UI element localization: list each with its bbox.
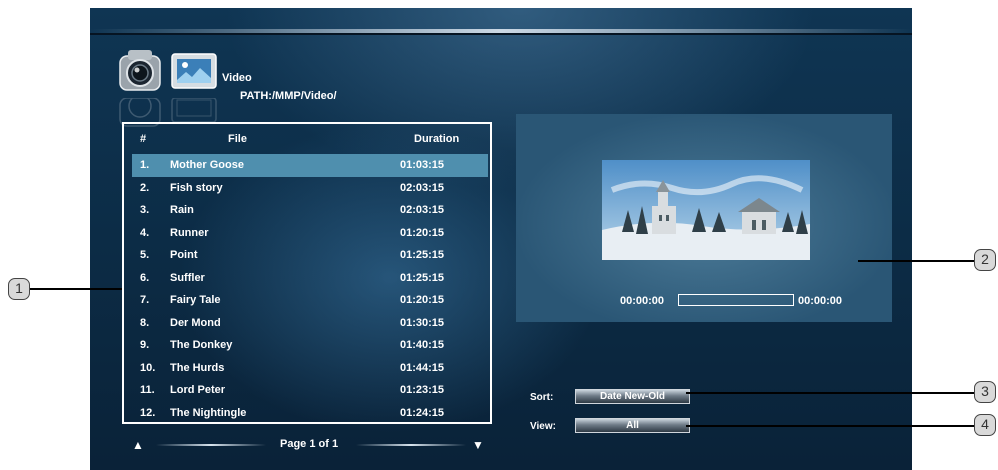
page-down-icon[interactable]: ▼ — [472, 438, 484, 452]
item-file-name: Rain — [170, 204, 194, 216]
item-duration: 01:20:15 — [400, 226, 445, 239]
view-label: View: — [530, 421, 556, 432]
callout-3: 3 — [974, 381, 996, 403]
list-rows: 1. Mother Goose 01:03:15 2. Fish story 0… — [132, 154, 488, 424]
column-header-duration: Duration — [414, 133, 460, 145]
column-header-number: # — [140, 133, 147, 145]
item-duration: 02:03:15 — [400, 181, 445, 194]
pager-divider-right — [356, 444, 466, 446]
video-thumbnail — [602, 160, 810, 260]
item-number: 3. — [140, 204, 150, 216]
item-duration: 02:03:15 — [400, 204, 445, 216]
item-number: 2. — [140, 181, 150, 194]
callout-leader-2 — [858, 260, 974, 262]
pager-divider-left — [156, 444, 266, 446]
list-item[interactable]: 8. Der Mond 01:30:15 — [132, 312, 488, 335]
item-duration: 01:44:15 — [400, 361, 445, 374]
item-number: 4. — [140, 226, 150, 239]
item-number: 10. — [140, 361, 156, 374]
callout-2: 2 — [974, 249, 996, 271]
playback-progress-bar[interactable] — [678, 294, 794, 306]
item-duration: 01:30:15 — [400, 316, 445, 329]
item-duration: 01:25:15 — [400, 271, 445, 284]
item-file-name: Der Mond — [170, 316, 221, 329]
item-duration: 01:25:15 — [400, 249, 445, 261]
callout-leader-1 — [30, 288, 122, 290]
view-button[interactable]: All — [575, 418, 690, 433]
page-indicator: Page 1 of 1 — [280, 438, 339, 450]
top-divider-shadow — [90, 33, 912, 35]
list-item[interactable]: 9. The Donkey 01:40:15 — [132, 334, 488, 357]
item-file-name: Fairy Tale — [170, 294, 221, 306]
list-item[interactable]: 7. Fairy Tale 01:20:15 — [132, 289, 488, 312]
callout-4: 4 — [974, 414, 996, 436]
column-header-file: File — [228, 133, 247, 145]
item-duration: 01:23:15 — [400, 384, 445, 396]
sort-button[interactable]: Date New-Old — [575, 389, 690, 404]
callout-1: 1 — [8, 278, 30, 300]
item-number: 1. — [140, 159, 150, 171]
item-number: 6. — [140, 271, 150, 284]
list-item[interactable]: 10. The Hurds 01:44:15 — [132, 357, 488, 380]
list-item[interactable]: 12. The Nightingle 01:24:15 — [132, 402, 488, 425]
item-file-name: Suffler — [170, 271, 205, 284]
item-number: 9. — [140, 339, 150, 351]
list-header: # File Duration — [124, 124, 490, 146]
item-file-name: Mother Goose — [170, 159, 244, 171]
list-item[interactable]: 11. Lord Peter 01:23:15 — [132, 379, 488, 402]
callout-leader-4 — [686, 425, 974, 427]
item-number: 8. — [140, 316, 150, 329]
video-preview: 00:00:00 00:00:00 — [516, 114, 892, 322]
item-file-name: The Nightingle — [170, 406, 247, 419]
item-duration: 01:20:15 — [400, 294, 445, 306]
current-path: PATH:/MMP/Video/ — [240, 90, 337, 102]
item-file-name: Fish story — [170, 181, 223, 194]
file-list: # File Duration 1. Mother Goose 01:03:15… — [122, 122, 492, 424]
list-item[interactable]: 2. Fish story 02:03:15 — [132, 177, 488, 200]
item-file-name: Runner — [170, 226, 209, 239]
list-item[interactable]: 6. Suffler 01:25:15 — [132, 267, 488, 290]
item-file-name: The Hurds — [170, 361, 225, 374]
video-screen-icon — [171, 53, 217, 89]
list-item[interactable]: 1. Mother Goose 01:03:15 — [132, 154, 488, 177]
section-title: Video — [222, 72, 252, 84]
page-up-icon[interactable]: ▲ — [132, 438, 144, 452]
total-time: 00:00:00 — [798, 295, 843, 307]
elapsed-time: 00:00:00 — [620, 295, 665, 307]
item-file-name: Lord Peter — [170, 384, 226, 396]
pager: ▲ Page 1 of 1 ▼ — [122, 436, 492, 454]
item-duration: 01:40:15 — [400, 339, 445, 351]
item-number: 5. — [140, 249, 150, 261]
camcorder-icon — [119, 50, 161, 91]
sort-label: Sort: — [530, 392, 554, 403]
callout-leader-3 — [686, 392, 974, 394]
item-duration: 01:24:15 — [400, 406, 445, 419]
list-item[interactable]: 5. Point 01:25:15 — [132, 244, 488, 267]
item-number: 12. — [140, 406, 156, 419]
item-file-name: The Donkey — [170, 339, 233, 351]
item-duration: 01:03:15 — [400, 159, 445, 171]
item-number: 11. — [140, 384, 155, 396]
list-item[interactable]: 3. Rain 02:03:15 — [132, 199, 488, 222]
video-screen-icon-reflection — [171, 98, 217, 123]
item-file-name: Point — [170, 249, 198, 261]
list-item[interactable]: 4. Runner 01:20:15 — [132, 222, 488, 245]
item-number: 7. — [140, 294, 150, 306]
media-player-screen: Video PATH:/MMP/Video/ # File Duration 1… — [90, 8, 912, 470]
